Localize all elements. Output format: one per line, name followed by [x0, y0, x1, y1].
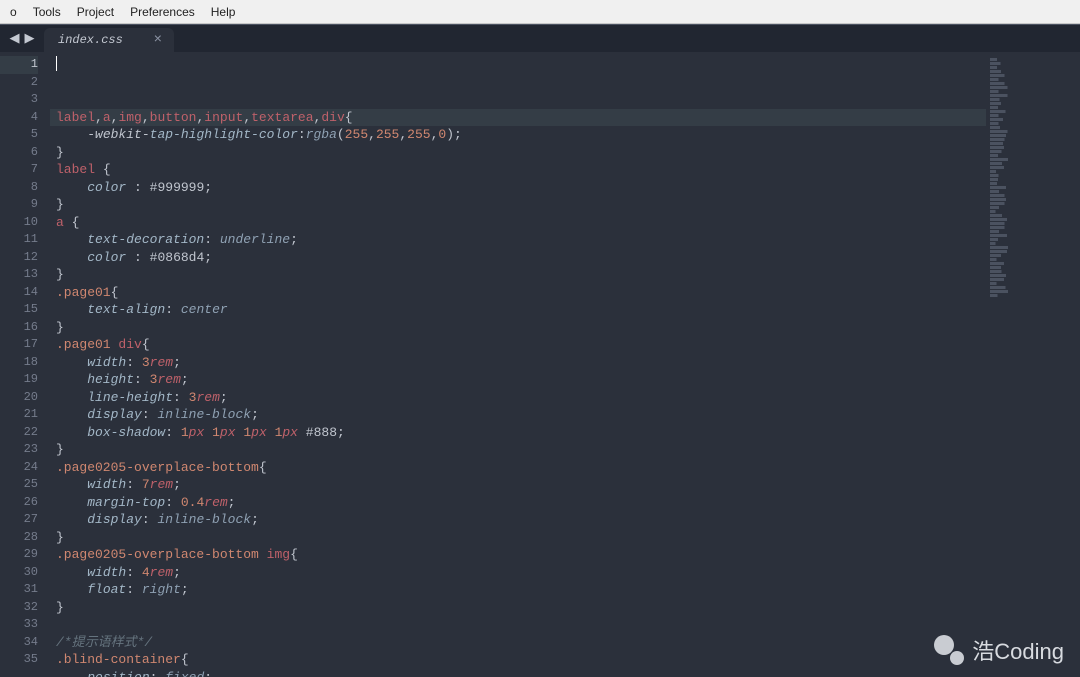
code-line[interactable]: .page0205-overplace-bottom{ [50, 459, 986, 477]
code-line[interactable]: text-decoration: underline; [50, 231, 986, 249]
code-editor[interactable]: 1234567891011121314151617181920212223242… [0, 52, 1080, 677]
code-line[interactable]: width: 7rem; [50, 476, 986, 494]
menu-item-help[interactable]: Help [203, 2, 244, 22]
tab-back-icon[interactable]: ◀ [8, 32, 21, 45]
line-number: 20 [0, 389, 38, 407]
line-number-gutter: 1234567891011121314151617181920212223242… [0, 52, 50, 677]
code-line[interactable]: } [50, 266, 986, 284]
code-line[interactable]: } [50, 599, 986, 617]
code-area[interactable]: label,a,img,button,input,textarea,div{ -… [50, 52, 986, 677]
line-number: 9 [0, 196, 38, 214]
menubar: o Tools Project Preferences Help [0, 0, 1080, 24]
code-line[interactable]: display: inline-block; [50, 511, 986, 529]
line-number: 34 [0, 634, 38, 652]
code-line[interactable]: .page01 div{ [50, 336, 986, 354]
line-number: 17 [0, 336, 38, 354]
line-number: 23 [0, 441, 38, 459]
tab-nav: ◀ ▶ [0, 25, 44, 52]
line-number: 1 [0, 56, 38, 74]
line-number: 4 [0, 109, 38, 127]
line-number: 22 [0, 424, 38, 442]
line-number: 24 [0, 459, 38, 477]
minimap[interactable] [986, 52, 1080, 677]
line-number: 5 [0, 126, 38, 144]
code-line[interactable]: } [50, 529, 986, 547]
close-icon[interactable]: × [154, 32, 162, 48]
line-number: 3 [0, 91, 38, 109]
line-number: 18 [0, 354, 38, 372]
line-number: 16 [0, 319, 38, 337]
code-line[interactable]: label,a,img,button,input,textarea,div{ [50, 109, 986, 127]
code-line[interactable]: a { [50, 214, 986, 232]
tab-forward-icon[interactable]: ▶ [23, 32, 36, 45]
line-number: 6 [0, 144, 38, 162]
code-line[interactable]: color : #0868d4; [50, 249, 986, 267]
line-number: 19 [0, 371, 38, 389]
code-line[interactable]: } [50, 319, 986, 337]
line-number: 28 [0, 529, 38, 547]
code-line[interactable]: float: right; [50, 581, 986, 599]
code-line[interactable]: label { [50, 161, 986, 179]
code-line[interactable]: width: 4rem; [50, 564, 986, 582]
code-line[interactable]: margin-top: 0.4rem; [50, 494, 986, 512]
code-line[interactable]: line-height: 3rem; [50, 389, 986, 407]
line-number: 26 [0, 494, 38, 512]
line-number: 7 [0, 161, 38, 179]
line-number: 21 [0, 406, 38, 424]
code-line[interactable]: } [50, 144, 986, 162]
code-line[interactable]: display: inline-block; [50, 406, 986, 424]
menu-item-o[interactable]: o [2, 2, 25, 22]
line-number: 13 [0, 266, 38, 284]
line-number: 25 [0, 476, 38, 494]
menu-item-project[interactable]: Project [69, 2, 122, 22]
code-line[interactable]: } [50, 196, 986, 214]
code-line[interactable]: color : #999999; [50, 179, 986, 197]
code-line[interactable]: .blind-container{ [50, 651, 986, 669]
line-number: 2 [0, 74, 38, 92]
line-number: 12 [0, 249, 38, 267]
line-number: 8 [0, 179, 38, 197]
line-number: 29 [0, 546, 38, 564]
line-number: 35 [0, 651, 38, 669]
code-line[interactable]: width: 3rem; [50, 354, 986, 372]
code-line[interactable]: .page01{ [50, 284, 986, 302]
code-line[interactable]: -webkit-tap-highlight-color:rgba(255,255… [50, 126, 986, 144]
code-line[interactable]: text-align: center [50, 301, 986, 319]
code-line[interactable]: } [50, 441, 986, 459]
code-line[interactable]: position: fixed; [50, 669, 986, 677]
menu-item-tools[interactable]: Tools [25, 2, 69, 22]
text-cursor [56, 56, 57, 71]
line-number: 14 [0, 284, 38, 302]
code-line[interactable]: /*提示语样式*/ [50, 634, 986, 652]
line-number: 10 [0, 214, 38, 232]
line-number: 33 [0, 616, 38, 634]
tab-index-css[interactable]: index.css × [44, 28, 174, 52]
line-number: 15 [0, 301, 38, 319]
tab-bar: ◀ ▶ index.css × [0, 24, 1080, 52]
menu-item-preferences[interactable]: Preferences [122, 2, 203, 22]
code-line[interactable]: .page0205-overplace-bottom img{ [50, 546, 986, 564]
line-number: 11 [0, 231, 38, 249]
code-line[interactable] [50, 616, 986, 634]
line-number: 30 [0, 564, 38, 582]
tab-label: index.css [58, 33, 123, 47]
code-line[interactable]: height: 3rem; [50, 371, 986, 389]
line-number: 27 [0, 511, 38, 529]
line-number: 32 [0, 599, 38, 617]
line-number: 31 [0, 581, 38, 599]
code-line[interactable]: box-shadow: 1px 1px 1px 1px #888; [50, 424, 986, 442]
